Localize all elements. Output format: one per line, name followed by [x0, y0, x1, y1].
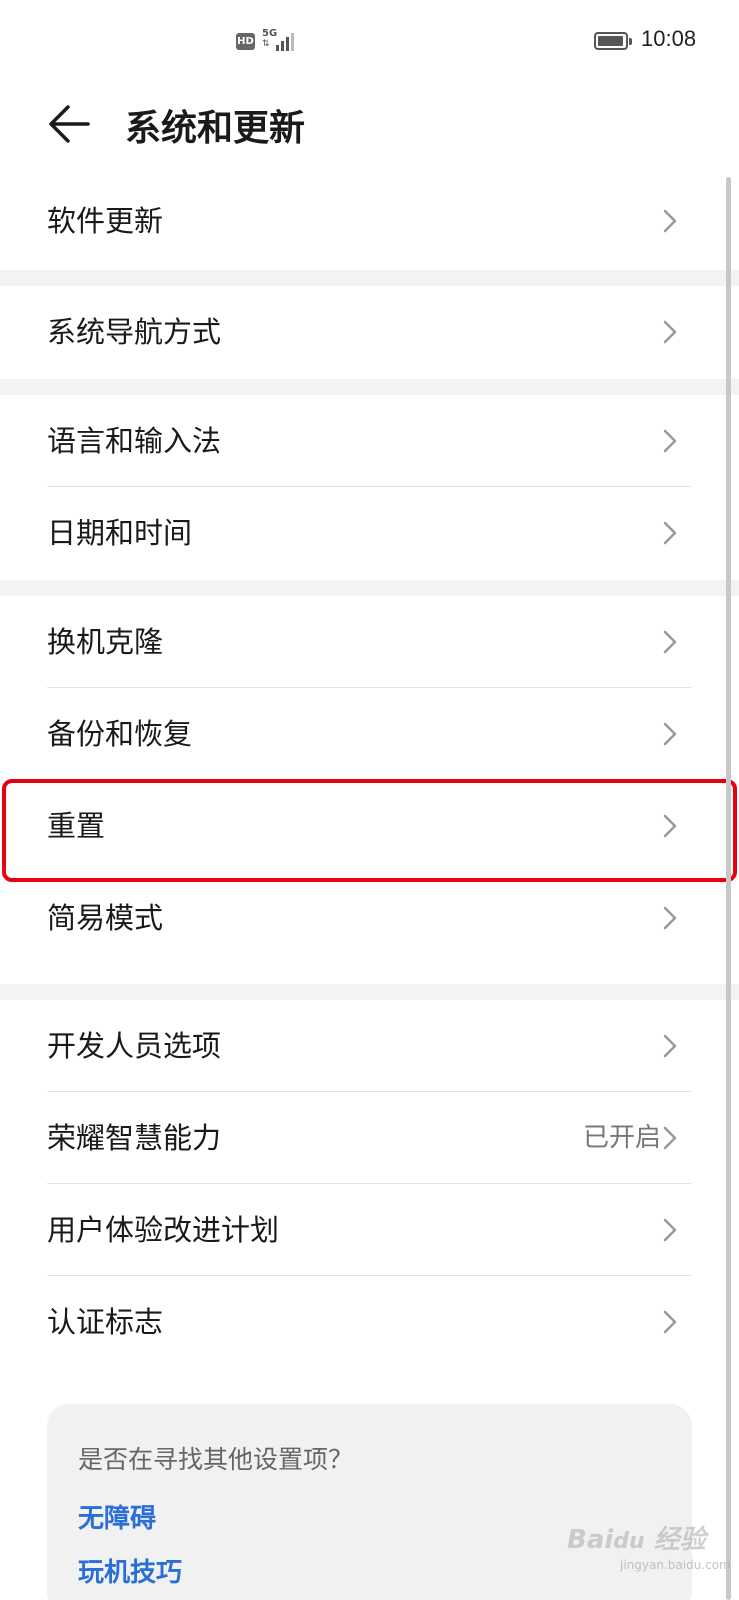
page-header: 系统和更新: [0, 82, 739, 172]
chevron-right-icon: [663, 722, 677, 746]
settings-item-honor-smart[interactable]: 荣耀智慧能力 已开启: [0, 1092, 739, 1184]
clock: 10:08: [641, 26, 697, 51]
settings-group-advanced: 开发人员选项 荣耀智慧能力 已开启 用户体验改进计划 认证标志: [0, 1000, 739, 1368]
settings-item-label: 简易模式: [47, 901, 164, 935]
settings-item-user-experience[interactable]: 用户体验改进计划: [0, 1184, 739, 1276]
network-type-label: 5G: [262, 28, 278, 39]
scrollbar[interactable]: [726, 177, 731, 1600]
settings-item-simple-mode[interactable]: 简易模式: [0, 872, 739, 964]
settings-item-language-input[interactable]: 语言和输入法: [0, 395, 739, 487]
status-bar: HD 5G ⇅ 10:08: [0, 0, 739, 82]
back-button[interactable]: [44, 98, 96, 150]
settings-item-date-time[interactable]: 日期和时间: [0, 487, 739, 579]
settings-item-developer-options[interactable]: 开发人员选项: [0, 1000, 739, 1092]
group-separator: [0, 580, 739, 596]
battery-icon: [594, 32, 632, 50]
chevron-right-icon: [663, 1126, 677, 1150]
chevron-right-icon: [663, 1218, 677, 1242]
signal-strength-icon: [276, 30, 298, 51]
chevron-right-icon: [663, 906, 677, 930]
chevron-right-icon: [663, 209, 677, 233]
settings-item-software-update[interactable]: 软件更新: [0, 175, 739, 267]
watermark-logo: Baidu 经验: [567, 1525, 706, 1555]
settings-item-system-navigation[interactable]: 系统导航方式: [0, 286, 739, 378]
settings-group-update: 软件更新: [0, 175, 739, 267]
group-separator: [0, 379, 739, 395]
battery-level: [598, 36, 623, 46]
watermark-url: jingyan.baidu.com: [620, 1558, 731, 1572]
settings-item-label: 换机克隆: [47, 625, 164, 659]
chevron-right-icon: [663, 1310, 677, 1334]
settings-item-label: 开发人员选项: [47, 1029, 222, 1063]
settings-item-status: 已开启: [582, 1123, 661, 1153]
settings-item-certification[interactable]: 认证标志: [0, 1276, 739, 1368]
group-separator: [0, 270, 739, 286]
settings-item-label: 软件更新: [47, 204, 164, 238]
settings-item-label: 系统导航方式: [47, 315, 222, 349]
suggestion-link-accessibility[interactable]: 无障碍: [78, 1498, 156, 1535]
chevron-right-icon: [663, 521, 677, 545]
settings-item-label: 日期和时间: [47, 516, 193, 550]
settings-item-phone-clone[interactable]: 换机克隆: [0, 596, 739, 688]
settings-item-label: 认证标志: [47, 1305, 164, 1339]
chevron-right-icon: [663, 630, 677, 654]
group-separator: [0, 984, 739, 1000]
settings-item-label: 备份和恢复: [47, 717, 193, 751]
suggestion-card: 是否在寻找其他设置项？ 无障碍 玩机技巧: [47, 1404, 692, 1600]
suggestion-link-tips[interactable]: 玩机技巧: [78, 1552, 182, 1589]
arrow-left-icon: [49, 105, 90, 143]
page-title: 系统和更新: [125, 108, 306, 149]
settings-group-language-time: 语言和输入法 日期和时间: [0, 395, 739, 579]
settings-item-label: 荣耀智慧能力: [47, 1121, 222, 1155]
suggestion-title: 是否在寻找其他设置项？: [78, 1445, 354, 1474]
chevron-right-icon: [663, 320, 677, 344]
settings-item-label: 语言和输入法: [47, 424, 222, 458]
hd-voice-icon: HD: [236, 33, 255, 50]
settings-item-label: 用户体验改进计划: [47, 1213, 280, 1247]
chevron-right-icon: [663, 429, 677, 453]
highlight-annotation-box: [2, 779, 737, 882]
settings-group-navigation: 系统导航方式: [0, 286, 739, 378]
data-activity-icon: ⇅: [262, 39, 270, 49]
settings-item-backup-restore[interactable]: 备份和恢复: [0, 688, 739, 780]
chevron-right-icon: [663, 1034, 677, 1058]
